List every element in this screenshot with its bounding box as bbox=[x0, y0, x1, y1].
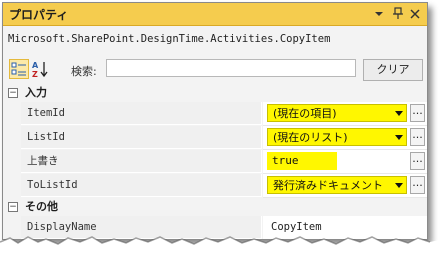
svg-text:A: A bbox=[32, 61, 39, 70]
pin-button[interactable] bbox=[391, 6, 405, 21]
property-value-cell[interactable]: 発行済みドキュメント ... bbox=[263, 174, 427, 198]
search-label: 検索: bbox=[71, 65, 97, 78]
ellipsis-button[interactable]: ... bbox=[410, 128, 425, 146]
toolbar: A Z 検索: クリア bbox=[3, 57, 427, 81]
categorized-icon bbox=[11, 62, 26, 76]
property-name: 上書き bbox=[21, 150, 262, 173]
collapse-icon[interactable]: − bbox=[8, 202, 18, 212]
overwrite-value[interactable]: true bbox=[267, 152, 337, 170]
property-name: ListId bbox=[21, 126, 262, 149]
dropdown-arrow-icon bbox=[395, 111, 403, 116]
search-input[interactable] bbox=[106, 59, 356, 77]
property-name: ItemId bbox=[21, 102, 262, 125]
dropdown-arrow-icon bbox=[395, 135, 403, 140]
window-title: プロパティ bbox=[9, 8, 69, 22]
clear-button[interactable]: クリア bbox=[363, 59, 423, 81]
property-row-itemid[interactable]: ItemId (現在の項目) ... bbox=[3, 102, 427, 126]
dropdown-value: (現在の項目) bbox=[273, 107, 337, 120]
ellipsis-button[interactable]: ... bbox=[410, 104, 425, 122]
pin-icon bbox=[393, 7, 403, 19]
property-value-cell[interactable]: true ... bbox=[263, 150, 427, 174]
dropdown-value: 発行済みドキュメント bbox=[273, 179, 383, 192]
itemid-dropdown[interactable]: (現在の項目) bbox=[267, 104, 407, 122]
property-value-cell[interactable]: (現在の項目) ... bbox=[263, 102, 427, 126]
categorized-button[interactable] bbox=[9, 59, 29, 79]
dropdown-value: (現在のリスト) bbox=[273, 131, 348, 144]
svg-text:Z: Z bbox=[32, 70, 38, 78]
property-value-cell[interactable]: (現在のリスト) ... bbox=[263, 126, 427, 150]
title-bar[interactable]: プロパティ bbox=[3, 3, 427, 26]
close-icon bbox=[410, 9, 420, 19]
torn-edge-decoration bbox=[0, 236, 444, 260]
category-label: 入力 bbox=[25, 86, 47, 99]
alphabetical-button[interactable]: A Z bbox=[30, 59, 50, 79]
ellipsis-button[interactable]: ... bbox=[410, 176, 425, 194]
chevron-down-icon bbox=[375, 12, 383, 16]
close-button[interactable] bbox=[408, 6, 422, 21]
ellipsis-button[interactable]: ... bbox=[410, 152, 425, 170]
property-row-listid[interactable]: ListId (現在のリスト) ... bbox=[3, 126, 427, 150]
category-misc[interactable]: − その他 bbox=[3, 198, 427, 216]
property-grid: − 入力 ItemId (現在の項目) ... ListId (現在のリスト) … bbox=[3, 84, 427, 239]
tolistid-dropdown[interactable]: 発行済みドキュメント bbox=[267, 176, 407, 194]
listid-dropdown[interactable]: (現在のリスト) bbox=[267, 128, 407, 146]
property-name: ToListId bbox=[21, 174, 262, 197]
category-input[interactable]: − 入力 bbox=[3, 84, 427, 102]
dropdown-arrow-icon bbox=[395, 183, 403, 188]
selected-object-name: Microsoft.SharePoint.DesignTime.Activiti… bbox=[8, 33, 331, 45]
collapse-icon[interactable]: − bbox=[8, 88, 18, 98]
property-row-tolistid[interactable]: ToListId 発行済みドキュメント ... bbox=[3, 174, 427, 198]
alpha-sort-icon: A Z bbox=[32, 61, 48, 79]
category-label: その他 bbox=[25, 200, 58, 213]
property-row-overwrite[interactable]: 上書き true ... bbox=[3, 150, 427, 174]
properties-window: プロパティ Microsoft.SharePoint.DesignTime.Ac… bbox=[2, 2, 428, 240]
window-dropdown-button[interactable] bbox=[372, 6, 386, 21]
